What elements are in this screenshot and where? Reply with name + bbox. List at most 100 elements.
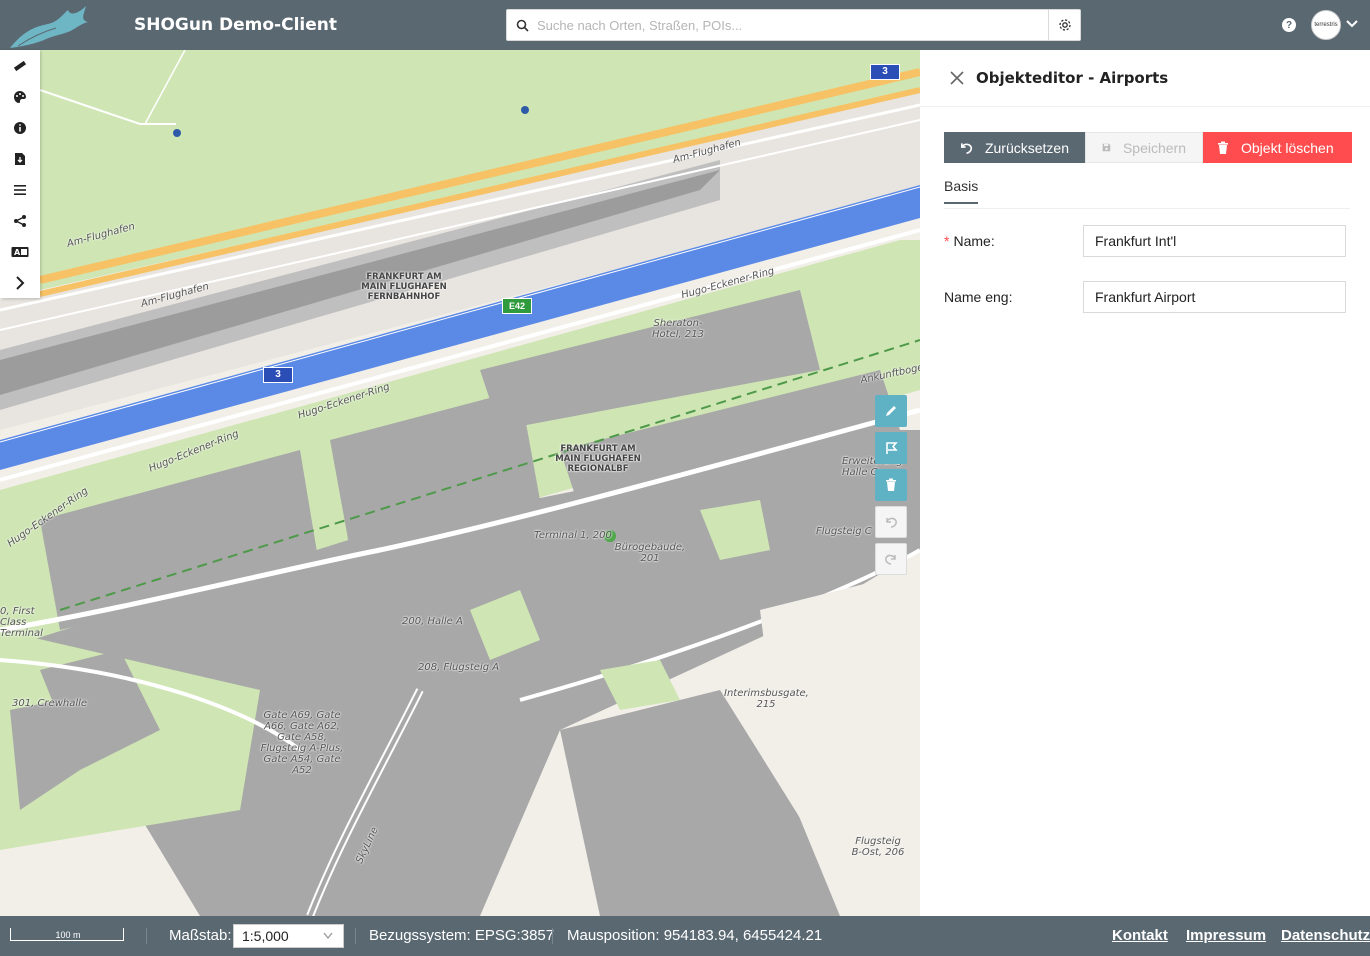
close-icon <box>950 71 964 85</box>
panel-title: Objekteditor - Airports <box>976 69 1169 87</box>
poi-label: Sheraton-Hotel, 213 <box>652 318 704 340</box>
app-title: SHOGun Demo-Client <box>134 15 337 35</box>
reset-label: Zurücksetzen <box>984 139 1069 156</box>
feature-editor-panel: Objekteditor - Airports Zurücksetzen Spe… <box>920 50 1370 916</box>
share-button[interactable] <box>0 205 40 236</box>
gear-icon <box>1058 19 1071 31</box>
map-toolbar: A <box>0 50 40 298</box>
layer-tree-button[interactable] <box>0 174 40 205</box>
undo-icon <box>961 142 973 154</box>
feature-info-button[interactable] <box>0 112 40 143</box>
poi-label: Bürogebäude, 201 <box>614 542 686 564</box>
divider <box>552 928 553 944</box>
flag-icon <box>886 442 898 454</box>
search-settings-button[interactable] <box>1048 10 1080 40</box>
save-icon <box>1102 143 1111 152</box>
map[interactable]: 3 3 E42 Am-Flughafen Am-Flughafen Am-Flu… <box>0 50 920 916</box>
undo-icon <box>886 517 897 528</box>
tab-basis[interactable]: Basis <box>944 178 979 204</box>
motorway-shield: 3 <box>263 367 293 383</box>
name-eng-field[interactable] <box>1083 281 1346 313</box>
search-icon <box>507 19 537 32</box>
panel-header: Objekteditor - Airports <box>920 50 1370 107</box>
modify-button[interactable] <box>875 432 907 464</box>
station-label: FRANKFURT AM MAIN FLUGHAFEN REGIONALBF <box>555 444 641 474</box>
poi-label: 200, Halle A <box>402 616 463 627</box>
form-row-name: * Name: <box>944 225 1346 257</box>
undo-button[interactable] <box>875 506 907 538</box>
avatar[interactable]: terrestris <box>1311 10 1341 40</box>
privacy-link[interactable]: Datenschutz <box>1281 927 1370 944</box>
european-route-shield: E42 <box>502 298 532 314</box>
expand-toolbar-button[interactable] <box>0 267 40 298</box>
ruler-icon <box>13 60 27 71</box>
file-download-icon <box>15 152 25 165</box>
map-canvas <box>0 50 920 916</box>
poi-label: Flugsteig B-Ost, 206 <box>851 836 905 858</box>
close-panel-button[interactable] <box>947 71 967 85</box>
help-icon[interactable]: ? <box>1282 18 1296 32</box>
share-icon <box>14 214 26 227</box>
delete-feature-button[interactable] <box>875 469 907 501</box>
avatar-text: terrestris <box>1314 22 1338 28</box>
scale-bar-label: 100 m <box>55 930 81 940</box>
scale-bar: 100 m <box>10 928 124 941</box>
name-label: * Name: <box>944 233 995 249</box>
style-button[interactable] <box>0 81 40 112</box>
save-button[interactable]: Speichern <box>1085 132 1203 163</box>
search-box[interactable] <box>506 9 1081 41</box>
name-label-text: Name <box>953 233 991 249</box>
scale-value: 1:5,000 <box>242 928 289 944</box>
delete-object-button[interactable]: Objekt löschen <box>1203 132 1352 163</box>
svg-text:A: A <box>14 248 21 257</box>
poi-label: 301, Crewhalle <box>12 698 88 709</box>
name-eng-label: Name eng: <box>944 289 1013 305</box>
editor-actions: Zurücksetzen Speichern Objekt löschen <box>944 132 1352 163</box>
crs-text: Bezugssystem: EPSG:3857 <box>369 927 555 944</box>
chevron-down-icon[interactable] <box>1346 18 1358 30</box>
chevron-right-icon <box>16 275 25 290</box>
footer: 100 m Maßstab: 1:5,000 Bezugssystem: EPS… <box>0 916 1370 956</box>
mouse-position-text: Mausposition: 954183.94, 6455424.21 <box>567 927 823 944</box>
scale-select[interactable]: 1:5,000 <box>233 924 344 948</box>
language-icon: A <box>11 246 29 257</box>
poi-label: Flugsteig C <box>816 526 872 537</box>
required-marker: * <box>944 233 950 249</box>
imprint-link[interactable]: Impressum <box>1186 927 1266 944</box>
divider <box>355 928 356 944</box>
pencil-icon <box>886 406 896 416</box>
list-icon <box>14 184 26 195</box>
station-label: FRANKFURT AM MAIN FLUGHAFEN FERNBAHNHOF <box>361 272 447 302</box>
poi-label: 0, First Class Terminal <box>0 606 43 639</box>
trash-icon <box>1218 141 1228 154</box>
form-row-name-eng: Name eng: <box>944 281 1346 313</box>
contact-link[interactable]: Kontakt <box>1112 927 1168 944</box>
chevron-down-icon <box>323 932 333 940</box>
poi-label: 208, Flugsteig A <box>418 662 500 673</box>
shogun-logo-icon <box>10 6 88 48</box>
palette-icon <box>14 90 26 103</box>
edit-tools <box>875 395 907 580</box>
scale-label: Maßstab: <box>169 927 232 944</box>
divider <box>146 928 147 944</box>
app-header: SHOGun Demo-Client ? terrestris <box>0 0 1370 50</box>
redo-icon <box>885 554 896 565</box>
reset-button[interactable]: Zurücksetzen <box>944 132 1085 163</box>
redo-button[interactable] <box>875 543 907 575</box>
delete-label: Objekt löschen <box>1241 139 1334 156</box>
info-icon <box>14 121 26 134</box>
draw-button[interactable] <box>875 395 907 427</box>
poi-label: Terminal 1, 200 <box>534 530 612 541</box>
save-label: Speichern <box>1122 139 1186 156</box>
motorway-shield: 3 <box>870 64 900 80</box>
measure-button[interactable] <box>0 50 40 81</box>
search-input[interactable] <box>537 11 1048 39</box>
poi-label: Gate A69, Gate A66, Gate A62, Gate A58, … <box>260 710 344 776</box>
language-button[interactable]: A <box>0 236 40 267</box>
name-eng-label-text: Name eng <box>944 289 1009 305</box>
poi-label: Interimsbusgate, 215 <box>724 688 809 710</box>
trash-icon <box>886 478 896 491</box>
name-field[interactable] <box>1083 225 1346 257</box>
print-button[interactable] <box>0 143 40 174</box>
tab-bar: Basis <box>944 178 1350 209</box>
